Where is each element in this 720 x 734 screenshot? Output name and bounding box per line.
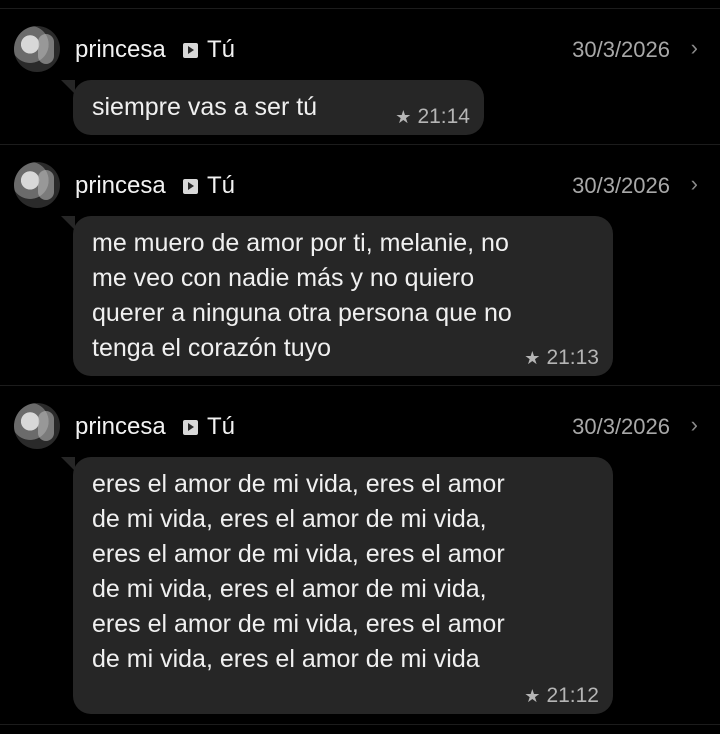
message-time: 21:13 xyxy=(546,346,599,369)
recipient-name: Tú xyxy=(207,172,236,199)
starred-message[interactable]: princesa Tú 30/3/2026 › siempre vas a se… xyxy=(0,26,720,138)
message-meta: ★ 21:12 xyxy=(524,684,599,708)
sender-avatar[interactable] xyxy=(14,162,60,208)
sender-avatar[interactable] xyxy=(14,403,60,449)
starred-message[interactable]: princesa Tú 30/3/2026 › eres el amor de … xyxy=(0,403,720,718)
play-arrow-icon xyxy=(183,43,198,58)
message-text: eres el amor de mi vida, eres el amor de… xyxy=(92,470,505,673)
sender-avatar[interactable] xyxy=(14,26,60,72)
divider xyxy=(0,385,720,386)
star-icon: ★ xyxy=(395,107,412,127)
message-text: me muero de amor por ti, melanie, no me … xyxy=(92,229,512,362)
recipient-name: Tú xyxy=(207,36,236,63)
message-header: princesa Tú 30/3/2026 › xyxy=(0,162,720,210)
sender-name: princesa xyxy=(75,36,166,63)
message-date: 30/3/2026 xyxy=(572,37,670,62)
recipient-name: Tú xyxy=(207,413,236,440)
message-time: 21:14 xyxy=(417,105,470,128)
message-meta: ★ 21:14 xyxy=(395,105,470,129)
chevron-right-icon[interactable]: › xyxy=(691,171,698,197)
divider xyxy=(0,8,720,9)
divider xyxy=(0,144,720,145)
star-icon: ★ xyxy=(524,686,541,706)
message-bubble[interactable]: siempre vas a ser tú ★ 21:14 xyxy=(61,80,484,135)
message-bubble[interactable]: me muero de amor por ti, melanie, no me … xyxy=(61,216,613,376)
message-header: princesa Tú 30/3/2026 › xyxy=(0,403,720,451)
message-header: princesa Tú 30/3/2026 › xyxy=(0,26,720,74)
sender-name: princesa xyxy=(75,413,166,440)
sender-name: princesa xyxy=(75,172,166,199)
starred-message[interactable]: princesa Tú 30/3/2026 › me muero de amor… xyxy=(0,162,720,378)
message-time: 21:12 xyxy=(546,684,599,707)
play-arrow-icon xyxy=(183,179,198,194)
star-icon: ★ xyxy=(524,348,541,368)
chevron-right-icon[interactable]: › xyxy=(691,35,698,61)
play-arrow-icon xyxy=(183,420,198,435)
message-bubble[interactable]: eres el amor de mi vida, eres el amor de… xyxy=(61,457,613,714)
message-date: 30/3/2026 xyxy=(572,414,670,439)
divider xyxy=(0,724,720,725)
message-meta: ★ 21:13 xyxy=(524,346,599,370)
chevron-right-icon[interactable]: › xyxy=(691,412,698,438)
message-date: 30/3/2026 xyxy=(572,173,670,198)
